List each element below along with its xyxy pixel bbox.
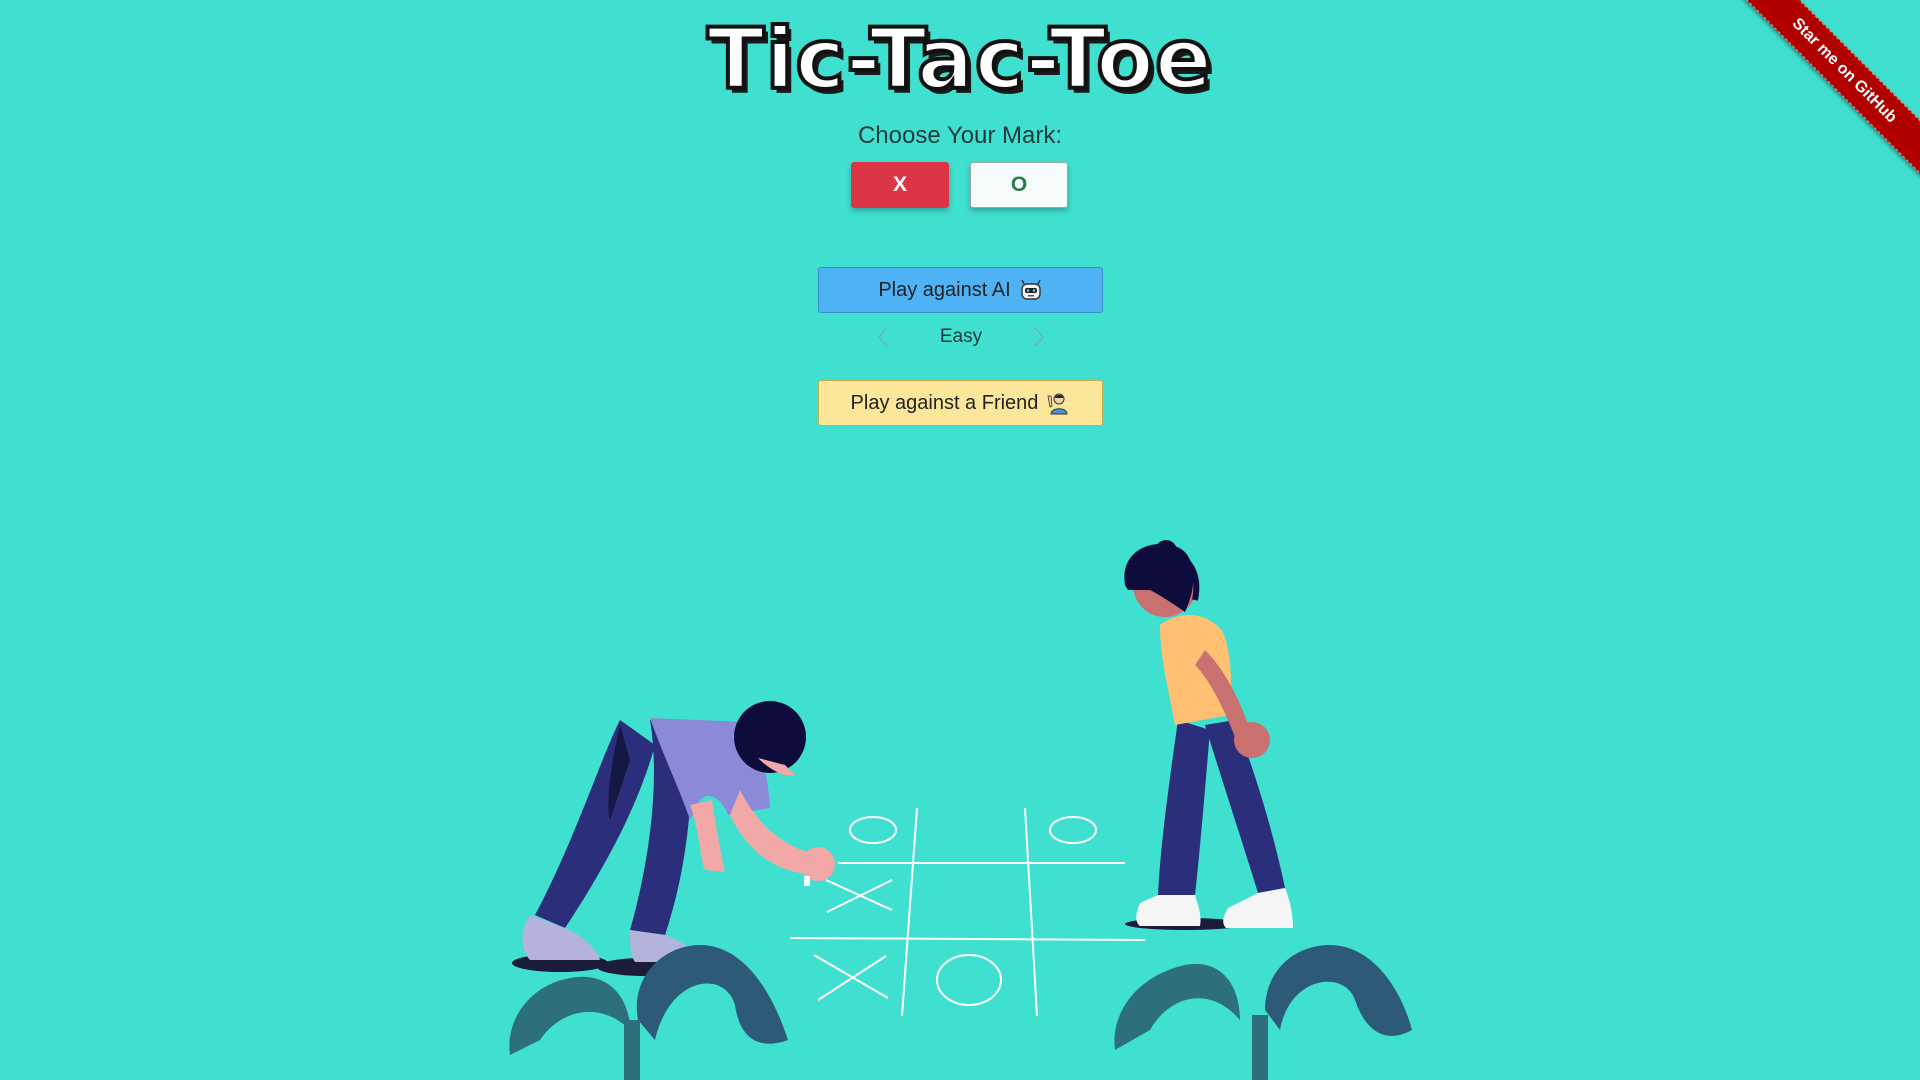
mark-o-button[interactable]: O (970, 162, 1068, 208)
play-against-friend-button[interactable]: Play against a Friend (818, 380, 1103, 426)
play-friend-label: Play against a Friend (850, 391, 1039, 414)
players-illustration (509, 540, 1412, 1080)
github-ribbon-container: Star me on GitHub (1720, 0, 1920, 200)
mark-o-label: O (1010, 173, 1028, 196)
github-ribbon-link[interactable]: Star me on GitHub (1731, 0, 1920, 184)
play-ai-label: Play against AI (878, 278, 1011, 301)
mark-x-button[interactable]: X (851, 162, 949, 208)
right-player-figure (1124, 540, 1293, 930)
waving-person-icon (1046, 391, 1070, 415)
chevron-right-icon[interactable] (1024, 322, 1054, 352)
left-player-figure (512, 701, 835, 976)
difficulty-selector: Easy (868, 322, 1054, 352)
play-against-ai-button[interactable]: Play against AI (818, 267, 1103, 313)
page-title: Tic-Tac-Toe (705, 8, 1214, 110)
choose-mark-label: Choose Your Mark: (857, 122, 1063, 149)
robot-icon (1019, 278, 1043, 302)
chalk-board-drawing (789, 807, 1146, 1017)
page: Tic-Tac-Toe Choose Your Mark: X O Play a… (0, 0, 1920, 1080)
mark-x-label: X (892, 173, 907, 196)
chevron-left-icon[interactable] (868, 322, 898, 352)
plant-decoration (509, 945, 1412, 1080)
difficulty-value: Easy (939, 326, 983, 347)
